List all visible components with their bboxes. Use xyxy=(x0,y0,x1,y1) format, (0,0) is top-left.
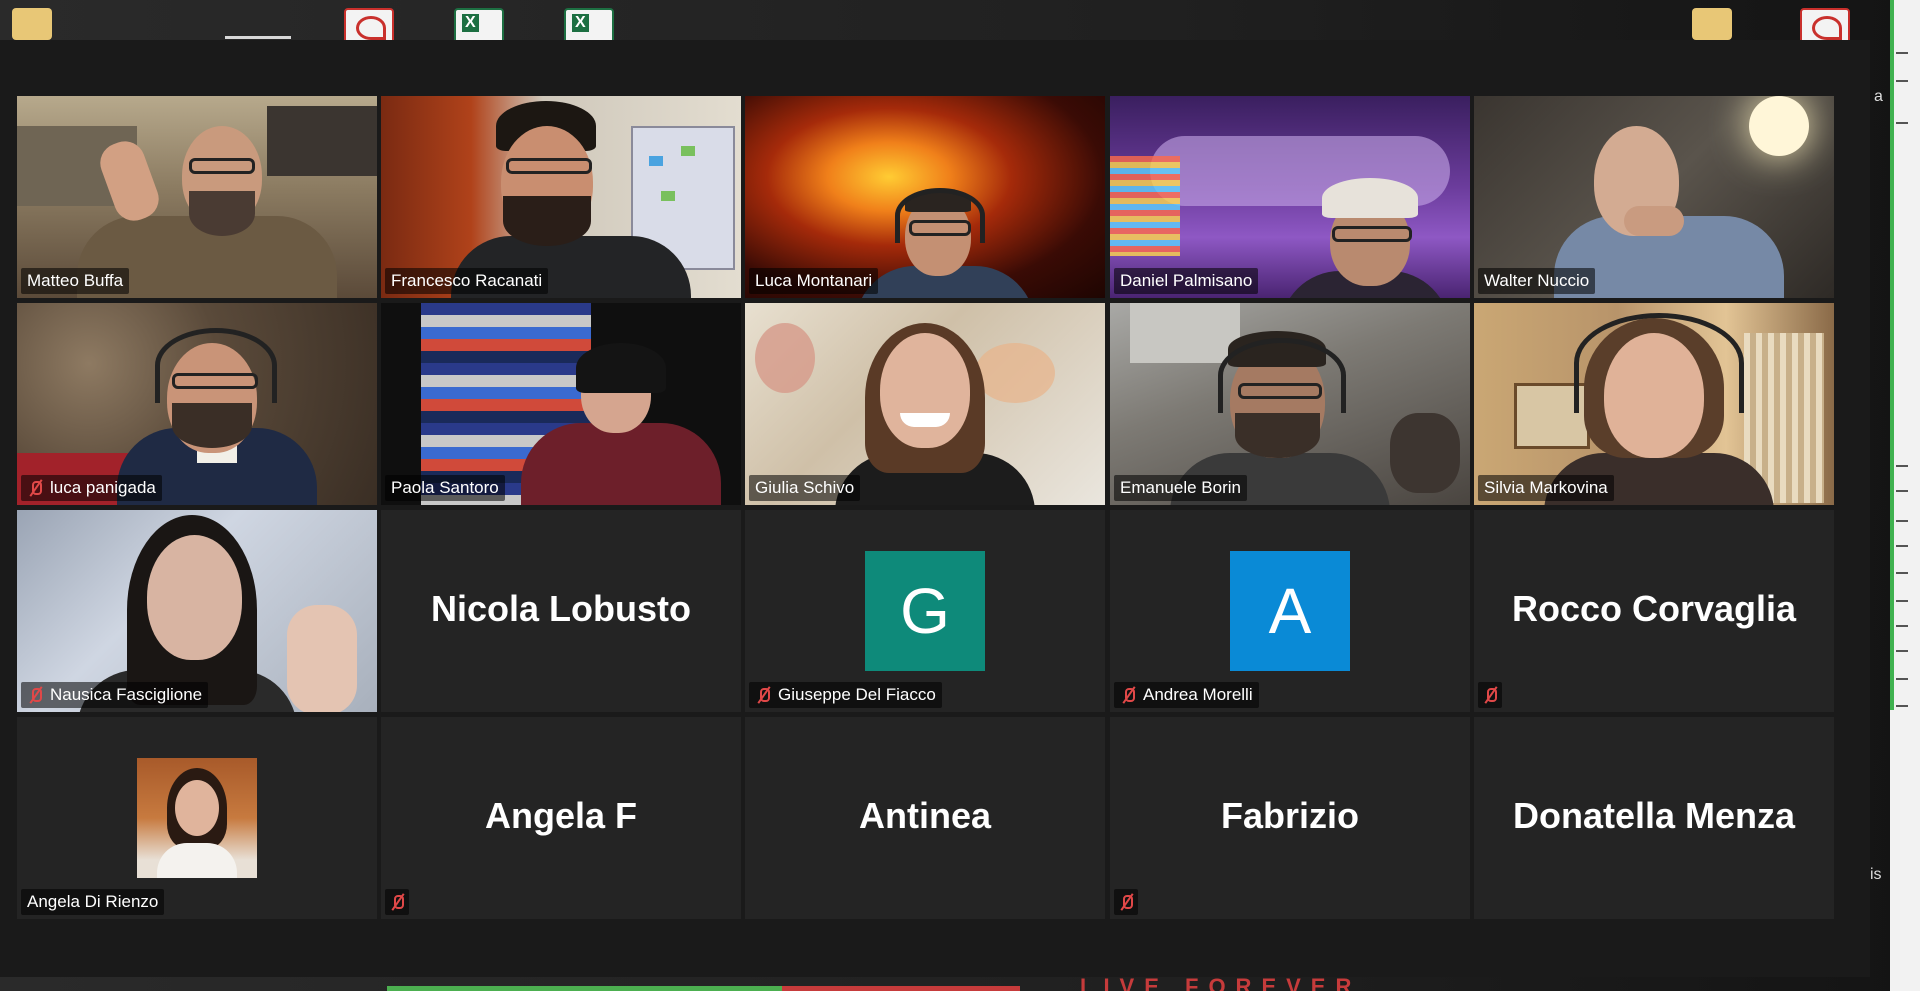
participant-name-label: Giulia Schivo xyxy=(749,475,861,501)
participant-name: Silvia Markovina xyxy=(1484,478,1608,497)
muted-microphone-icon xyxy=(389,893,405,911)
participant-avatar: A xyxy=(1230,551,1350,671)
participant-name-label xyxy=(385,889,409,915)
participant-name-label: Daniel Palmisano xyxy=(1114,268,1259,294)
panel-accent-bar xyxy=(1890,0,1894,710)
muted-microphone-icon xyxy=(27,686,43,704)
panel-glyph xyxy=(1896,545,1908,547)
participant-name-label: Silvia Markovina xyxy=(1478,475,1614,501)
participant-name-label: Francesco Racanati xyxy=(385,268,549,294)
pdf-file-icon[interactable] xyxy=(1800,8,1850,44)
participant-name-label: Andrea Morelli xyxy=(1114,682,1259,708)
participant-name: Angela Di Rienzo xyxy=(27,892,159,911)
excel-file-icon[interactable] xyxy=(454,8,504,44)
muted-microphone-icon xyxy=(1482,686,1498,704)
participant-name: luca panigada xyxy=(50,478,156,497)
panel-glyph xyxy=(1896,650,1908,652)
participant-display-name: Fabrizio xyxy=(1220,795,1359,836)
participant-tile[interactable]: Daniel Palmisano xyxy=(1110,96,1470,298)
panel-glyph xyxy=(1896,705,1908,707)
participant-tile[interactable]: Donatella Menza xyxy=(1474,717,1834,919)
participant-tile[interactable]: Rocco Corvaglia xyxy=(1474,510,1834,712)
panel-glyph xyxy=(1896,678,1908,680)
participant-tile[interactable]: Nicola Lobusto xyxy=(381,510,741,712)
muted-microphone-icon xyxy=(755,686,771,704)
participant-tile[interactable]: Matteo Buffa xyxy=(17,96,377,298)
participant-tile[interactable]: Silvia Markovina xyxy=(1474,303,1834,505)
participant-name-label xyxy=(1114,889,1138,915)
side-text: a xyxy=(1874,88,1883,105)
participant-name: Walter Nuccio xyxy=(1484,271,1590,290)
panel-glyph xyxy=(1896,520,1908,522)
participant-avatar: G xyxy=(865,551,985,671)
participant-tile[interactable]: Antinea xyxy=(745,717,1105,919)
participant-name-label: Emanuele Borin xyxy=(1114,475,1247,501)
muted-microphone-icon xyxy=(1118,893,1134,911)
panel-glyph xyxy=(1896,52,1908,54)
participant-tile[interactable]: Fabrizio xyxy=(1110,717,1470,919)
participant-name: Luca Montanari xyxy=(755,271,873,290)
participant-name-label: Walter Nuccio xyxy=(1478,268,1596,294)
muted-microphone-icon xyxy=(27,479,43,497)
participant-tile[interactable]: Luca Montanari xyxy=(745,96,1105,298)
participant-tile[interactable]: Angela F xyxy=(381,717,741,919)
panel-glyph xyxy=(1896,600,1908,602)
participant-tile[interactable]: Walter Nuccio xyxy=(1474,96,1834,298)
participant-name: Matteo Buffa xyxy=(27,271,124,290)
participant-name: Daniel Palmisano xyxy=(1120,271,1253,290)
participant-display-name: Donatella Menza xyxy=(1512,795,1796,836)
participant-tile[interactable]: A Andrea Morelli xyxy=(1110,510,1470,712)
participant-name-label: Matteo Buffa xyxy=(21,268,130,294)
participant-name-label: luca panigada xyxy=(21,475,162,501)
participant-tile[interactable]: luca panigada xyxy=(17,303,377,505)
participant-name: Nausica Fasciglione xyxy=(50,685,203,704)
pdf-file-icon[interactable] xyxy=(344,8,394,44)
participant-tile[interactable]: Angela Di Rienzo xyxy=(17,717,377,919)
panel-glyph xyxy=(1896,490,1908,492)
participant-display-name: Antinea xyxy=(858,795,991,836)
zoom-meeting-window: Matteo Buffa Francesco Racanati Luca Mon… xyxy=(0,40,1870,977)
panel-glyph xyxy=(1896,80,1908,82)
panel-glyph xyxy=(1896,122,1908,124)
panel-glyph xyxy=(1896,625,1908,627)
participant-tile[interactable]: Paola Santoro xyxy=(381,303,741,505)
folder-icon[interactable] xyxy=(12,8,52,40)
participant-tile[interactable]: G Giuseppe Del Fiacco xyxy=(745,510,1105,712)
muted-microphone-icon xyxy=(1120,686,1136,704)
taskbar-progress xyxy=(387,986,1020,991)
participant-name: Paola Santoro xyxy=(391,478,499,497)
participant-display-name: Angela F xyxy=(484,795,637,836)
participant-tile[interactable]: Giulia Schivo xyxy=(745,303,1105,505)
participant-display-name: Rocco Corvaglia xyxy=(1511,588,1797,629)
excel-file-icon[interactable] xyxy=(564,8,614,44)
panel-glyph xyxy=(1896,465,1908,467)
participant-tile[interactable]: Francesco Racanati xyxy=(381,96,741,298)
participant-name-label: Luca Montanari xyxy=(749,268,879,294)
panel-glyph xyxy=(1896,572,1908,574)
participant-name: Giuseppe Del Fiacco xyxy=(778,685,936,704)
participant-name: Andrea Morelli xyxy=(1143,685,1253,704)
participant-name-label: Giuseppe Del Fiacco xyxy=(749,682,942,708)
participant-display-name: Nicola Lobusto xyxy=(431,588,691,629)
profile-photo xyxy=(137,758,257,878)
participant-tile[interactable]: Emanuele Borin xyxy=(1110,303,1470,505)
participant-name: Emanuele Borin xyxy=(1120,478,1241,497)
background-app-panel xyxy=(1890,0,1920,991)
participant-name-label xyxy=(1478,682,1502,708)
participant-name: Francesco Racanati xyxy=(391,271,543,290)
participant-name-label: Nausica Fasciglione xyxy=(21,682,209,708)
side-text: is xyxy=(1870,866,1882,883)
participant-tile[interactable]: Nausica Fasciglione xyxy=(17,510,377,712)
participant-name-label: Paola Santoro xyxy=(385,475,505,501)
participant-name: Giulia Schivo xyxy=(755,478,855,497)
participant-name-label: Angela Di Rienzo xyxy=(21,889,165,915)
desktop-underline xyxy=(225,36,291,39)
folder-icon[interactable] xyxy=(1692,8,1732,40)
